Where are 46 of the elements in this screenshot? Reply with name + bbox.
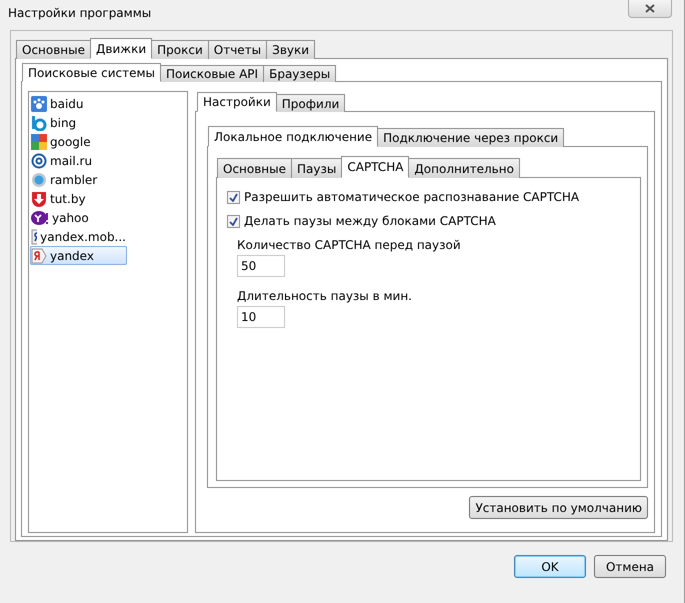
field-label: Количество CAPTCHA перед паузой bbox=[237, 238, 462, 252]
tab[interactable]: Поисковые системы bbox=[22, 63, 161, 82]
tab[interactable]: Поисковые API bbox=[160, 65, 264, 82]
tab[interactable]: Дополнительно bbox=[408, 158, 520, 178]
tab[interactable]: Основные bbox=[16, 40, 92, 59]
engine-list-item[interactable]: rambler bbox=[30, 170, 127, 189]
tab[interactable]: Отчеты bbox=[208, 40, 268, 59]
window-title: Настройки программы bbox=[8, 6, 152, 20]
engine-list-item[interactable]: google bbox=[30, 132, 127, 151]
dialog-button[interactable]: Отмена bbox=[594, 555, 666, 578]
input-field[interactable]: 50 bbox=[237, 255, 285, 277]
engine-list-item[interactable]: yandex.mob... bbox=[30, 227, 127, 246]
engine-list-item[interactable]: mail.ru bbox=[30, 151, 127, 170]
tab[interactable]: Профили bbox=[276, 94, 346, 112]
close-button[interactable] bbox=[628, 0, 672, 18]
checkbox[interactable] bbox=[227, 214, 240, 228]
engine-list-item[interactable]: baidu bbox=[30, 94, 127, 113]
check-icon bbox=[229, 216, 238, 226]
engine-list-item[interactable]: tut.by bbox=[30, 189, 127, 208]
close-icon bbox=[645, 4, 655, 13]
checkbox-option[interactable]: Делать паузы между блоками CAPTCHA bbox=[227, 214, 640, 228]
paw-icon bbox=[31, 96, 47, 112]
engine-list-item[interactable]: yandex bbox=[30, 246, 127, 265]
b-letter-icon bbox=[31, 114, 47, 130]
dialog-button[interactable]: OK bbox=[514, 555, 586, 578]
tab[interactable]: Подключение через прокси bbox=[377, 128, 564, 147]
shield-icon bbox=[31, 190, 47, 206]
tab[interactable]: Движки bbox=[90, 38, 152, 59]
tab[interactable]: Основные bbox=[217, 158, 292, 178]
input-field[interactable]: 10 bbox=[237, 306, 285, 328]
checkbox-option[interactable]: Разрешить автоматическое распознавание CAPTCHA bbox=[227, 190, 640, 204]
tab[interactable]: Настройки bbox=[197, 92, 277, 112]
default-button[interactable]: Установить по умолчанию bbox=[469, 496, 648, 519]
tab[interactable]: Паузы bbox=[291, 158, 342, 178]
checkbox[interactable] bbox=[227, 190, 240, 204]
y-logo-icon bbox=[31, 210, 49, 224]
field-label: Длительность паузы в мин. bbox=[237, 289, 413, 303]
engine-list-item[interactable]: yahoo bbox=[30, 208, 127, 227]
tab[interactable]: CAPTCHA bbox=[341, 156, 410, 178]
tab[interactable]: Звуки bbox=[266, 40, 316, 59]
tab[interactable]: Локальное подключение bbox=[208, 126, 378, 147]
colored-squares-icon bbox=[31, 134, 47, 150]
engine-list-item[interactable]: bing bbox=[30, 113, 127, 132]
tab[interactable]: Браузеры bbox=[263, 65, 336, 82]
tab[interactable]: Прокси bbox=[151, 40, 209, 59]
check-icon bbox=[229, 192, 238, 202]
